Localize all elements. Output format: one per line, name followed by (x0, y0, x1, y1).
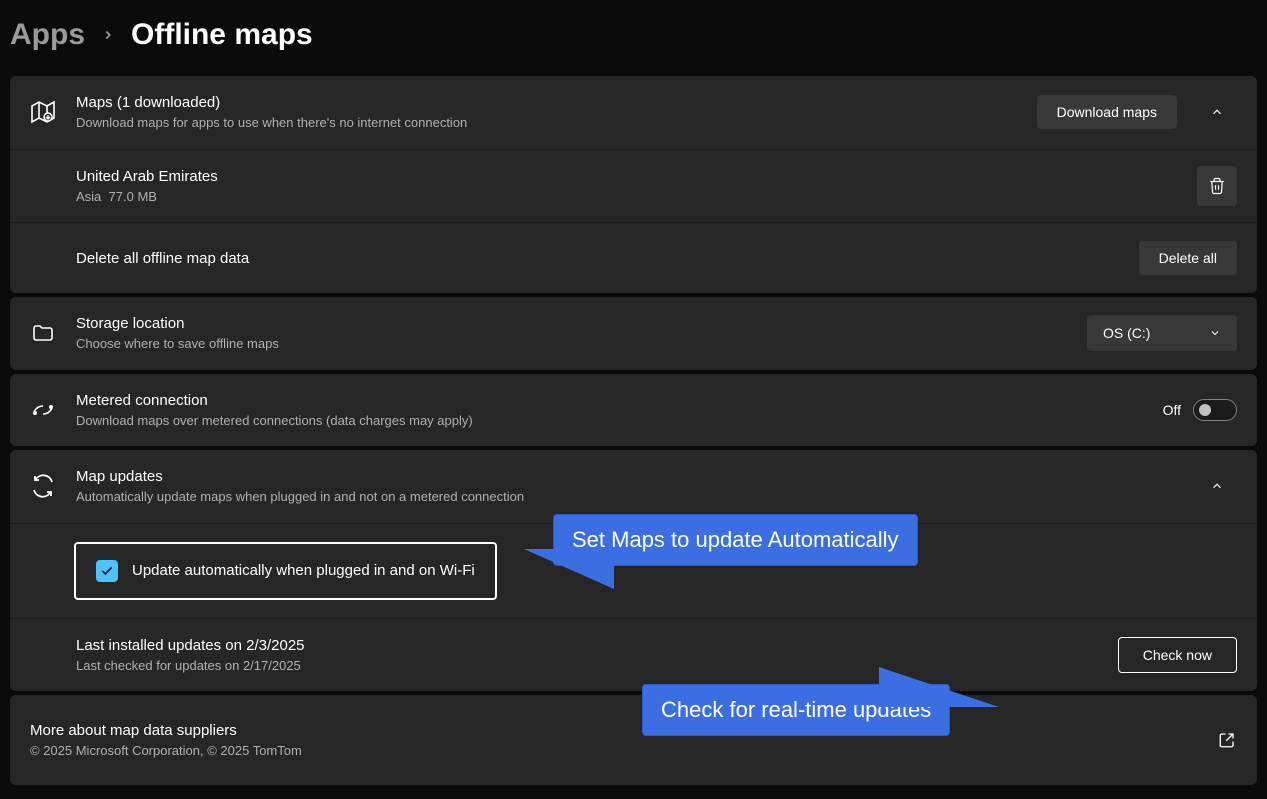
collapse-updates-icon[interactable] (1197, 466, 1237, 506)
about-panel: More about map data suppliers © 2025 Mic… (10, 695, 1257, 785)
metered-title: Metered connection (76, 390, 1143, 411)
delete-all-title: Delete all offline map data (76, 248, 1119, 269)
last-update-row: Last installed updates on 2/3/2025 Last … (10, 619, 1257, 692)
chevron-right-icon (101, 22, 115, 48)
storage-location-select[interactable]: OS (C:) (1087, 315, 1237, 351)
breadcrumb: Apps Offline maps (10, 10, 1257, 76)
auto-update-row: Update automatically when plugged in and… (10, 524, 1257, 619)
check-now-button[interactable]: Check now (1118, 637, 1237, 673)
callout-auto-update: Set Maps to update Automatically (553, 514, 918, 566)
delete-map-button[interactable] (1197, 166, 1237, 206)
storage-selected-value: OS (C:) (1103, 325, 1150, 341)
map-icon (30, 99, 56, 125)
page-title: Offline maps (131, 18, 313, 52)
auto-update-label: Update automatically when plugged in and… (132, 560, 475, 581)
toggle-knob (1199, 404, 1211, 416)
map-item-row: United Arab Emirates Asia 77.0 MB (10, 150, 1257, 224)
updates-panel: Map updates Automatically update maps wh… (10, 450, 1257, 691)
updates-subtitle: Automatically update maps when plugged i… (76, 487, 1177, 507)
storage-subtitle: Choose where to save offline maps (76, 334, 1067, 354)
maps-header-row[interactable]: Maps (1 downloaded) Download maps for ap… (10, 76, 1257, 150)
about-copyright: © 2025 Microsoft Corporation, © 2025 Tom… (30, 741, 1197, 761)
breadcrumb-parent[interactable]: Apps (10, 18, 85, 52)
sync-icon (30, 473, 56, 499)
updates-title: Map updates (76, 466, 1177, 487)
collapse-icon[interactable] (1197, 92, 1237, 132)
auto-update-checkbox[interactable] (96, 560, 118, 582)
last-installed-label: Last installed updates on 2/3/2025 (76, 635, 1098, 656)
storage-title: Storage location (76, 313, 1067, 334)
metered-subtitle: Download maps over metered connections (… (76, 411, 1143, 431)
metered-icon (30, 397, 56, 423)
maps-subtitle: Download maps for apps to use when there… (76, 113, 1017, 133)
external-link-icon[interactable] (1217, 730, 1237, 750)
storage-row[interactable]: Storage location Choose where to save of… (10, 297, 1257, 370)
about-row[interactable]: More about map data suppliers © 2025 Mic… (10, 695, 1257, 785)
delete-all-row: Delete all offline map data Delete all (10, 223, 1257, 293)
delete-all-button[interactable]: Delete all (1139, 241, 1237, 275)
map-item-name: United Arab Emirates (76, 166, 1177, 187)
chevron-down-icon (1209, 327, 1221, 339)
callout-check-now: Check for real-time updates (642, 684, 950, 736)
auto-update-checkbox-group[interactable]: Update automatically when plugged in and… (74, 542, 497, 600)
folder-icon (30, 320, 56, 346)
maps-panel: Maps (1 downloaded) Download maps for ap… (10, 76, 1257, 293)
download-maps-button[interactable]: Download maps (1037, 95, 1177, 129)
storage-panel: Storage location Choose where to save of… (10, 297, 1257, 370)
metered-panel: Metered connection Download maps over me… (10, 374, 1257, 447)
about-title: More about map data suppliers (30, 720, 1197, 741)
trash-icon (1208, 177, 1226, 195)
maps-title: Maps (1 downloaded) (76, 92, 1017, 113)
map-item-meta: Asia 77.0 MB (76, 187, 1177, 207)
metered-toggle[interactable] (1193, 399, 1237, 421)
check-icon (100, 564, 114, 578)
updates-header-row[interactable]: Map updates Automatically update maps wh… (10, 450, 1257, 524)
metered-row: Metered connection Download maps over me… (10, 374, 1257, 447)
metered-toggle-label: Off (1163, 402, 1181, 418)
